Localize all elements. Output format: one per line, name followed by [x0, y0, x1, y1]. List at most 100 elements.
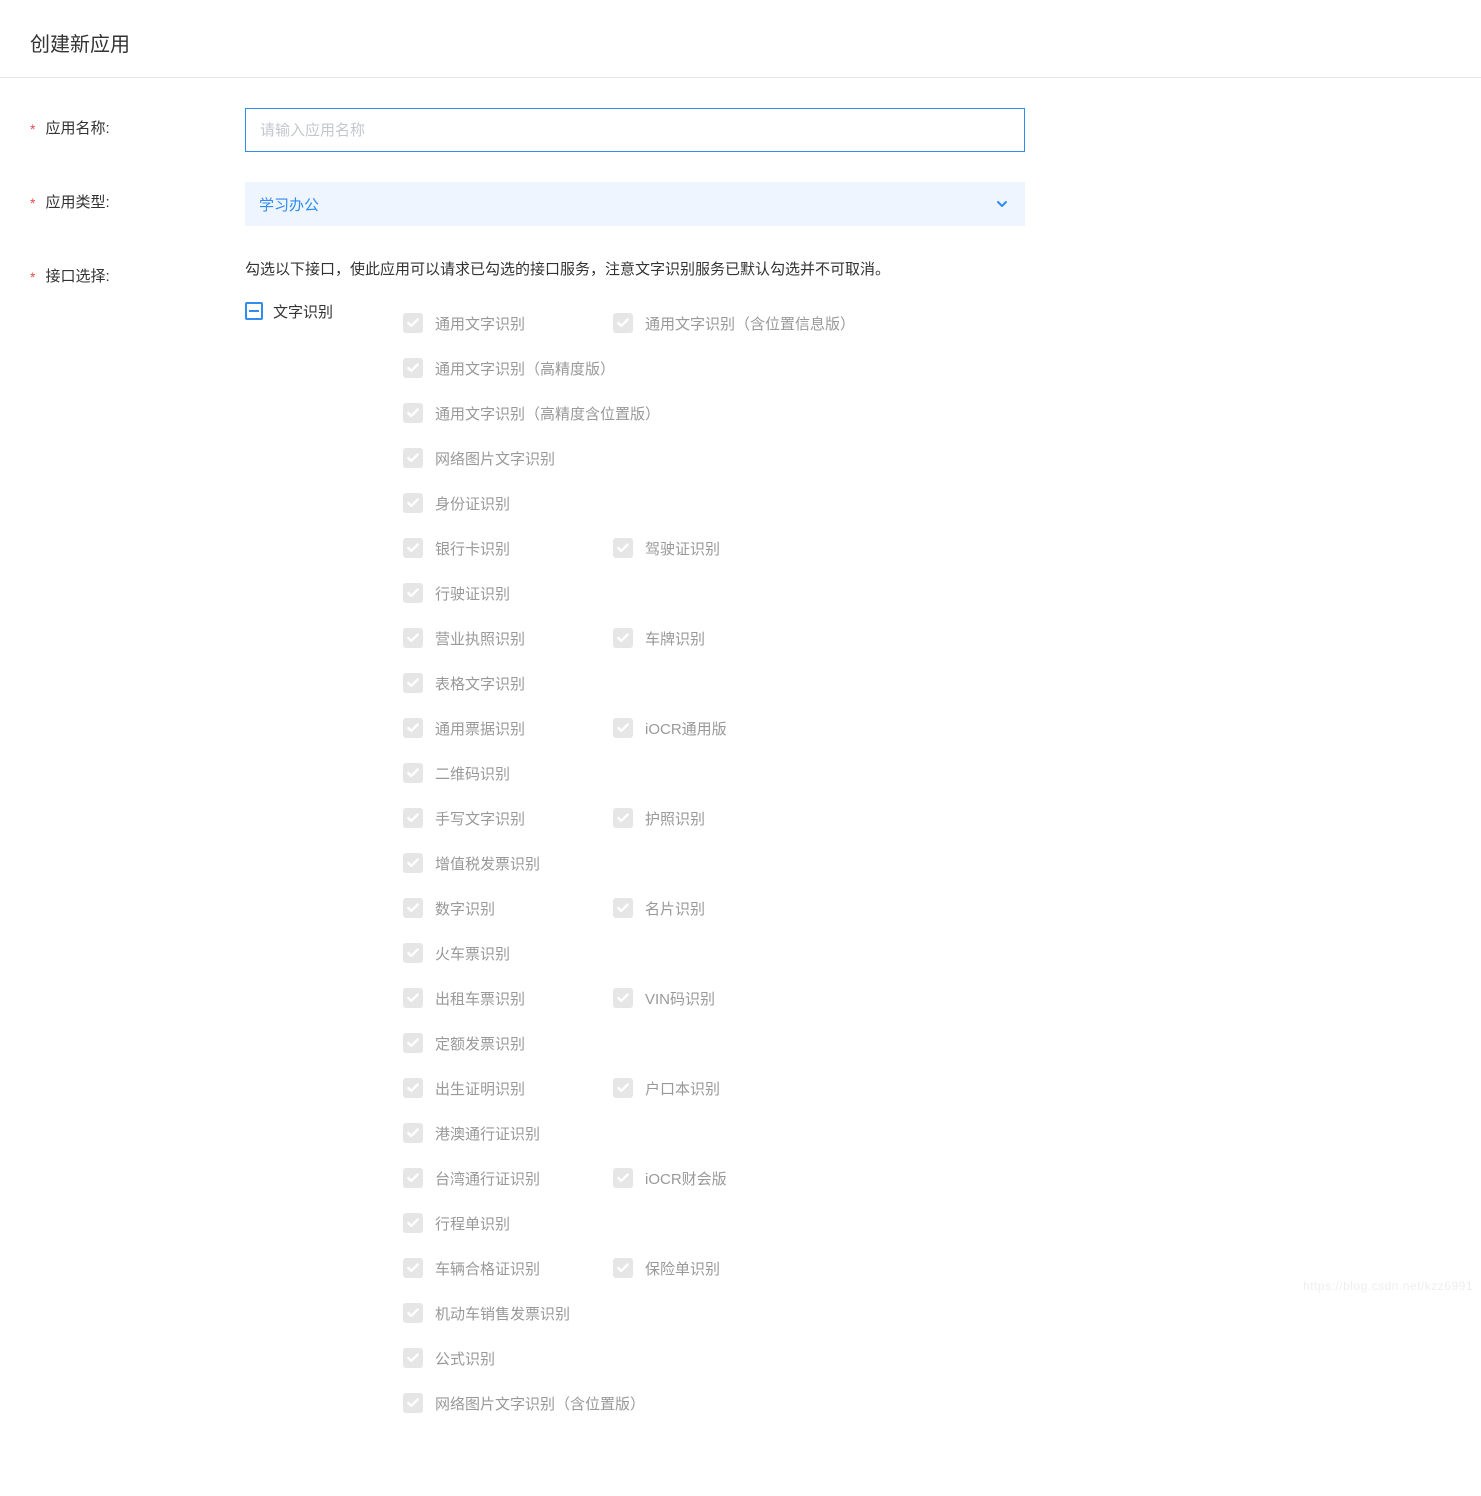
api-label: 通用文字识别（高精度含位置版）	[435, 403, 660, 424]
checkbox-disabled-checked	[403, 1168, 423, 1188]
app-type-selected-value: 学习办公	[259, 194, 319, 215]
checkbox-disabled-checked	[403, 1123, 423, 1143]
checkbox-disabled-checked	[613, 313, 633, 333]
checkbox-disabled-checked	[403, 313, 423, 333]
api-label: 台湾通行证识别	[435, 1168, 540, 1189]
label-app-type: * 应用类型:	[30, 182, 245, 224]
api-item: 手写文字识别	[403, 796, 613, 841]
api-item: 出租车票识别	[403, 976, 613, 1021]
checkbox-disabled-checked	[403, 448, 423, 468]
header-divider	[0, 77, 1481, 78]
checkbox-disabled-checked	[403, 1033, 423, 1053]
checkbox-disabled-checked	[613, 1258, 633, 1278]
api-category: 文字识别	[245, 301, 403, 322]
api-item: 银行卡识别	[403, 526, 613, 571]
api-label: 户口本识别	[645, 1078, 720, 1099]
api-item: 台湾通行证识别	[403, 1156, 613, 1201]
checkbox-disabled-checked	[403, 763, 423, 783]
api-label: 营业执照识别	[435, 628, 525, 649]
row-app-type: * 应用类型: 学习办公	[30, 182, 1451, 226]
api-label: 护照识别	[645, 808, 705, 829]
checkbox-disabled-checked	[403, 808, 423, 828]
app-type-label-text: 应用类型:	[45, 182, 109, 224]
checkbox-disabled-checked	[403, 493, 423, 513]
checkbox-disabled-checked	[403, 538, 423, 558]
api-item: 数字识别	[403, 886, 613, 931]
watermark: https://blog.csdn.net/kzz6991	[1303, 1279, 1473, 1293]
api-label: 出租车票识别	[435, 988, 525, 1009]
api-label: 手写文字识别	[435, 808, 525, 829]
checkbox-disabled-checked	[403, 1213, 423, 1233]
api-item: 火车票识别	[403, 931, 613, 976]
api-label: 数字识别	[435, 898, 495, 919]
required-asterisk: *	[30, 182, 35, 224]
api-label: 网络图片文字识别	[435, 448, 555, 469]
checkbox-disabled-checked	[403, 988, 423, 1008]
checkbox-disabled-checked	[613, 988, 633, 1008]
label-app-name: * 应用名称:	[30, 108, 245, 150]
api-label: 车辆合格证识别	[435, 1258, 540, 1279]
checkbox-disabled-checked	[403, 1303, 423, 1323]
chevron-down-icon	[993, 195, 1011, 213]
api-label: 身份证识别	[435, 493, 510, 514]
api-item: 身份证识别	[403, 481, 613, 526]
checkbox-disabled-checked	[613, 1078, 633, 1098]
api-item: 二维码识别	[403, 751, 613, 796]
api-item: 营业执照识别	[403, 616, 613, 661]
api-label: 银行卡识别	[435, 538, 510, 559]
api-select-label-text: 接口选择:	[45, 256, 109, 298]
row-api-select: * 接口选择: 勾选以下接口，使此应用可以请求已勾选的接口服务，注意文字识别服务…	[30, 256, 1451, 1426]
api-item: 通用文字识别（含位置信息版）	[613, 301, 1003, 346]
api-label: 火车票识别	[435, 943, 510, 964]
checkbox-disabled-checked	[403, 718, 423, 738]
api-label: 通用文字识别（含位置信息版）	[645, 313, 855, 334]
checkbox-disabled-checked	[613, 628, 633, 648]
api-label: 驾驶证识别	[645, 538, 720, 559]
api-item: 表格文字识别	[403, 661, 613, 706]
checkbox-disabled-checked	[403, 943, 423, 963]
api-item: 名片识别	[613, 886, 823, 931]
api-label: 通用文字识别	[435, 313, 525, 334]
required-asterisk: *	[30, 256, 35, 298]
minus-icon	[249, 310, 259, 312]
api-item: 定额发票识别	[403, 1021, 613, 1066]
api-item: 公式识别	[403, 1336, 613, 1381]
api-item: 保险单识别	[613, 1246, 823, 1291]
api-label: 名片识别	[645, 898, 705, 919]
checkbox-disabled-checked	[403, 1393, 423, 1413]
required-asterisk: *	[30, 108, 35, 150]
checkbox-disabled-checked	[403, 628, 423, 648]
api-label: 公式识别	[435, 1348, 495, 1369]
api-item: 出生证明识别	[403, 1066, 613, 1111]
collapse-toggle[interactable]	[245, 302, 263, 320]
api-grid: 通用文字识别 通用文字识别（含位置信息版） 通用文字识别（高精度版）	[403, 301, 1025, 1426]
app-name-input[interactable]	[245, 108, 1025, 152]
api-item: 网络图片文字识别（含位置版）	[403, 1381, 1025, 1426]
api-item: 护照识别	[613, 796, 823, 841]
checkbox-disabled-checked	[403, 898, 423, 918]
row-app-name: * 应用名称:	[30, 108, 1451, 152]
api-item: 机动车销售发票识别	[403, 1291, 823, 1336]
api-item: 户口本识别	[613, 1066, 823, 1111]
app-name-label-text: 应用名称:	[45, 108, 109, 150]
api-item: 港澳通行证识别	[403, 1111, 613, 1156]
api-label: 保险单识别	[645, 1258, 720, 1279]
api-label: VIN码识别	[645, 988, 715, 1009]
api-label: 行程单识别	[435, 1213, 510, 1234]
app-type-select[interactable]: 学习办公	[245, 182, 1025, 226]
checkbox-disabled-checked	[403, 1348, 423, 1368]
api-label: 网络图片文字识别（含位置版）	[435, 1393, 645, 1414]
api-item: 通用文字识别（高精度含位置版）	[403, 391, 1025, 436]
api-item: 通用文字识别（高精度版）	[403, 346, 1025, 391]
api-label: iOCR通用版	[645, 718, 727, 739]
api-label: 机动车销售发票识别	[435, 1303, 570, 1324]
checkbox-disabled-checked	[403, 853, 423, 873]
api-label: 港澳通行证识别	[435, 1123, 540, 1144]
api-item: 网络图片文字识别	[403, 436, 823, 481]
api-item: 行驶证识别	[403, 571, 613, 616]
api-item: 行程单识别	[403, 1201, 613, 1246]
api-item: VIN码识别	[613, 976, 823, 1021]
checkbox-disabled-checked	[403, 403, 423, 423]
api-label: 通用文字识别（高精度版）	[435, 358, 615, 379]
checkbox-disabled-checked	[613, 718, 633, 738]
